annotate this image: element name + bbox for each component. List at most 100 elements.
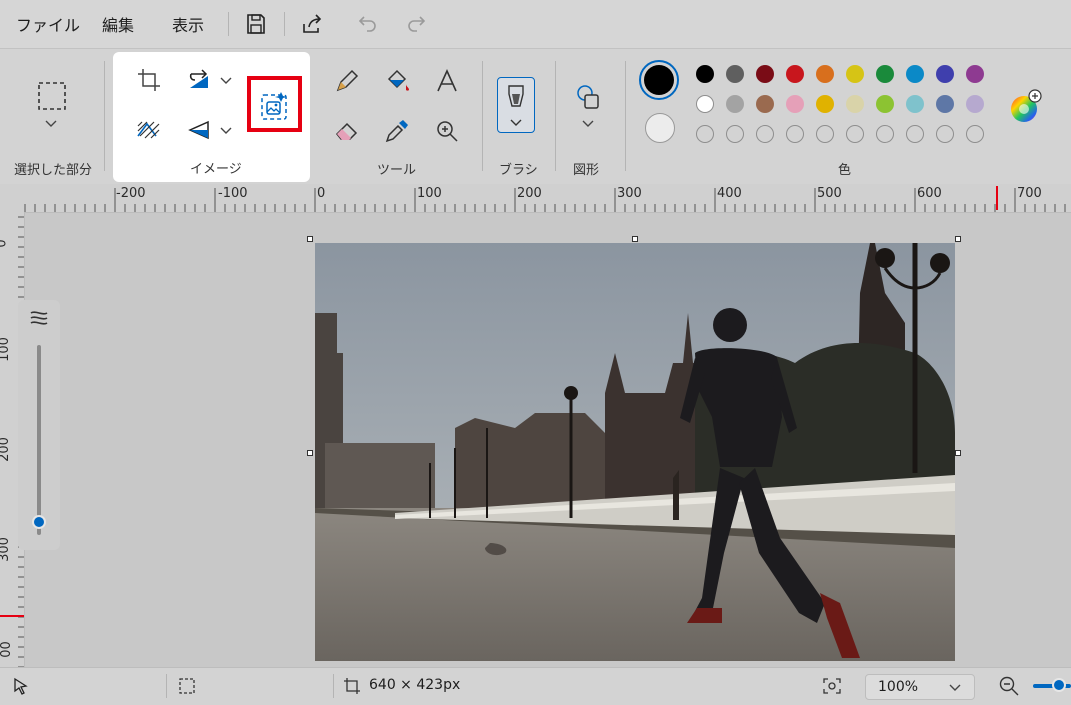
image-size-text: 640 × 423px bbox=[369, 677, 461, 693]
color-swatch[interactable] bbox=[786, 65, 804, 83]
resize-handle[interactable] bbox=[955, 450, 961, 456]
color-swatch[interactable] bbox=[726, 95, 744, 113]
color-swatch[interactable] bbox=[876, 65, 894, 83]
horizontal-ruler: -200 -100 0 100 200 300 400 500 600 700 bbox=[0, 184, 1071, 213]
color-swatch[interactable] bbox=[786, 95, 804, 113]
ruler-label: 600 bbox=[917, 186, 942, 201]
custom-color-slot[interactable] bbox=[756, 125, 774, 143]
menu-file[interactable]: ファイル bbox=[16, 12, 80, 36]
color-swatch[interactable] bbox=[936, 65, 954, 83]
selection-rect-icon[interactable] bbox=[37, 81, 67, 111]
ruler-label: 100 bbox=[0, 337, 12, 362]
color-swatch[interactable] bbox=[906, 65, 924, 83]
fit-to-window-icon[interactable] bbox=[822, 677, 842, 695]
zoom-slider-thumb[interactable] bbox=[1052, 678, 1066, 692]
color-swatch[interactable] bbox=[726, 65, 744, 83]
menu-view[interactable]: 表示 bbox=[172, 12, 204, 36]
zoom-out-icon[interactable] bbox=[998, 675, 1020, 697]
menu-bar: ファイル 編集 表示 bbox=[0, 0, 1071, 48]
custom-color-slot[interactable] bbox=[906, 125, 924, 143]
crop-icon[interactable] bbox=[135, 66, 163, 94]
color-swatch[interactable] bbox=[846, 95, 864, 113]
primary-color-ring[interactable] bbox=[639, 60, 679, 100]
image-generator-highlight bbox=[247, 76, 302, 132]
ruler-label: 0 bbox=[0, 239, 10, 247]
ruler-label: 200 bbox=[517, 186, 542, 201]
text-icon[interactable] bbox=[433, 67, 461, 95]
shapes-icon[interactable] bbox=[574, 83, 602, 111]
color-swatch[interactable] bbox=[756, 65, 774, 83]
custom-color-slot[interactable] bbox=[786, 125, 804, 143]
resize-handle[interactable] bbox=[307, 450, 313, 456]
photo-canvas[interactable] bbox=[315, 243, 955, 661]
brush-button[interactable] bbox=[497, 77, 535, 133]
ruler-label: 500 bbox=[817, 186, 842, 201]
ruler-label: 00 bbox=[0, 641, 14, 658]
flip-chevron-down-icon[interactable] bbox=[219, 126, 233, 136]
custom-color-slot[interactable] bbox=[876, 125, 894, 143]
ruler-label: 0 bbox=[317, 186, 326, 201]
status-divider bbox=[333, 674, 334, 698]
tools-group-label: ツール bbox=[377, 163, 417, 178]
color-swatch[interactable] bbox=[876, 95, 894, 113]
ruler-label: 400 bbox=[717, 186, 742, 201]
ruler-label: 200 bbox=[0, 437, 12, 462]
ruler-cursor-marker bbox=[0, 615, 24, 617]
resize-handle[interactable] bbox=[307, 236, 313, 242]
qa-divider bbox=[284, 12, 285, 36]
resize-handle[interactable] bbox=[955, 236, 961, 242]
pencil-icon[interactable] bbox=[333, 67, 361, 95]
brush-group-label: ブラシ bbox=[499, 163, 538, 178]
custom-color-slot[interactable] bbox=[846, 125, 864, 143]
secondary-color-swatch[interactable] bbox=[645, 113, 675, 143]
colors-group-label: 色 bbox=[838, 163, 852, 178]
fill-bucket-icon[interactable] bbox=[383, 67, 411, 95]
custom-color-slot[interactable] bbox=[936, 125, 954, 143]
custom-color-slot[interactable] bbox=[816, 125, 834, 143]
zoom-value: 100% bbox=[878, 679, 919, 695]
brush-size-thumb[interactable] bbox=[32, 515, 46, 529]
color-swatch[interactable] bbox=[936, 95, 954, 113]
share-icon[interactable] bbox=[300, 12, 324, 36]
pointer-icon bbox=[14, 677, 28, 695]
ruler-label: -200 bbox=[116, 186, 146, 201]
edit-colors-icon[interactable] bbox=[1008, 89, 1044, 125]
shapes-chevron-down-icon[interactable] bbox=[581, 119, 595, 129]
select-subject-icon[interactable] bbox=[135, 116, 163, 144]
resize-icon[interactable] bbox=[185, 66, 213, 94]
brush-size-track[interactable] bbox=[37, 345, 41, 535]
color-swatch[interactable] bbox=[756, 95, 774, 113]
ribbon-divider bbox=[482, 61, 483, 171]
color-swatch[interactable] bbox=[696, 95, 714, 113]
color-swatch[interactable] bbox=[966, 95, 984, 113]
color-swatch[interactable] bbox=[816, 95, 834, 113]
status-bar: 640 × 423px 100% bbox=[0, 667, 1071, 705]
ruler-label: 300 bbox=[0, 537, 12, 562]
ruler-label: 100 bbox=[417, 186, 442, 201]
custom-color-slot[interactable] bbox=[696, 125, 714, 143]
primary-color-swatch bbox=[644, 65, 674, 95]
color-swatch[interactable] bbox=[816, 65, 834, 83]
color-swatch[interactable] bbox=[696, 65, 714, 83]
resize-handle[interactable] bbox=[632, 236, 638, 242]
selection-chevron-down-icon[interactable] bbox=[44, 119, 58, 129]
ruler-label: 300 bbox=[617, 186, 642, 201]
zoom-select[interactable]: 100% bbox=[865, 674, 975, 700]
color-swatch[interactable] bbox=[906, 95, 924, 113]
custom-color-slot[interactable] bbox=[966, 125, 984, 143]
eraser-icon[interactable] bbox=[333, 117, 361, 145]
redo-icon[interactable] bbox=[404, 12, 428, 36]
custom-color-slot[interactable] bbox=[726, 125, 744, 143]
magnifier-icon[interactable] bbox=[433, 117, 461, 145]
color-swatch[interactable] bbox=[846, 65, 864, 83]
color-swatch[interactable] bbox=[966, 65, 984, 83]
menu-edit[interactable]: 編集 bbox=[102, 12, 134, 36]
shapes-group-label: 図形 bbox=[573, 163, 600, 178]
resize-chevron-down-icon[interactable] bbox=[219, 76, 233, 86]
undo-icon[interactable] bbox=[356, 12, 380, 36]
brush-chevron-down-icon bbox=[510, 119, 522, 126]
color-picker-icon[interactable] bbox=[383, 117, 411, 145]
flip-icon[interactable] bbox=[185, 116, 213, 144]
save-icon[interactable] bbox=[244, 12, 268, 36]
ruler-label: 700 bbox=[1017, 186, 1042, 201]
